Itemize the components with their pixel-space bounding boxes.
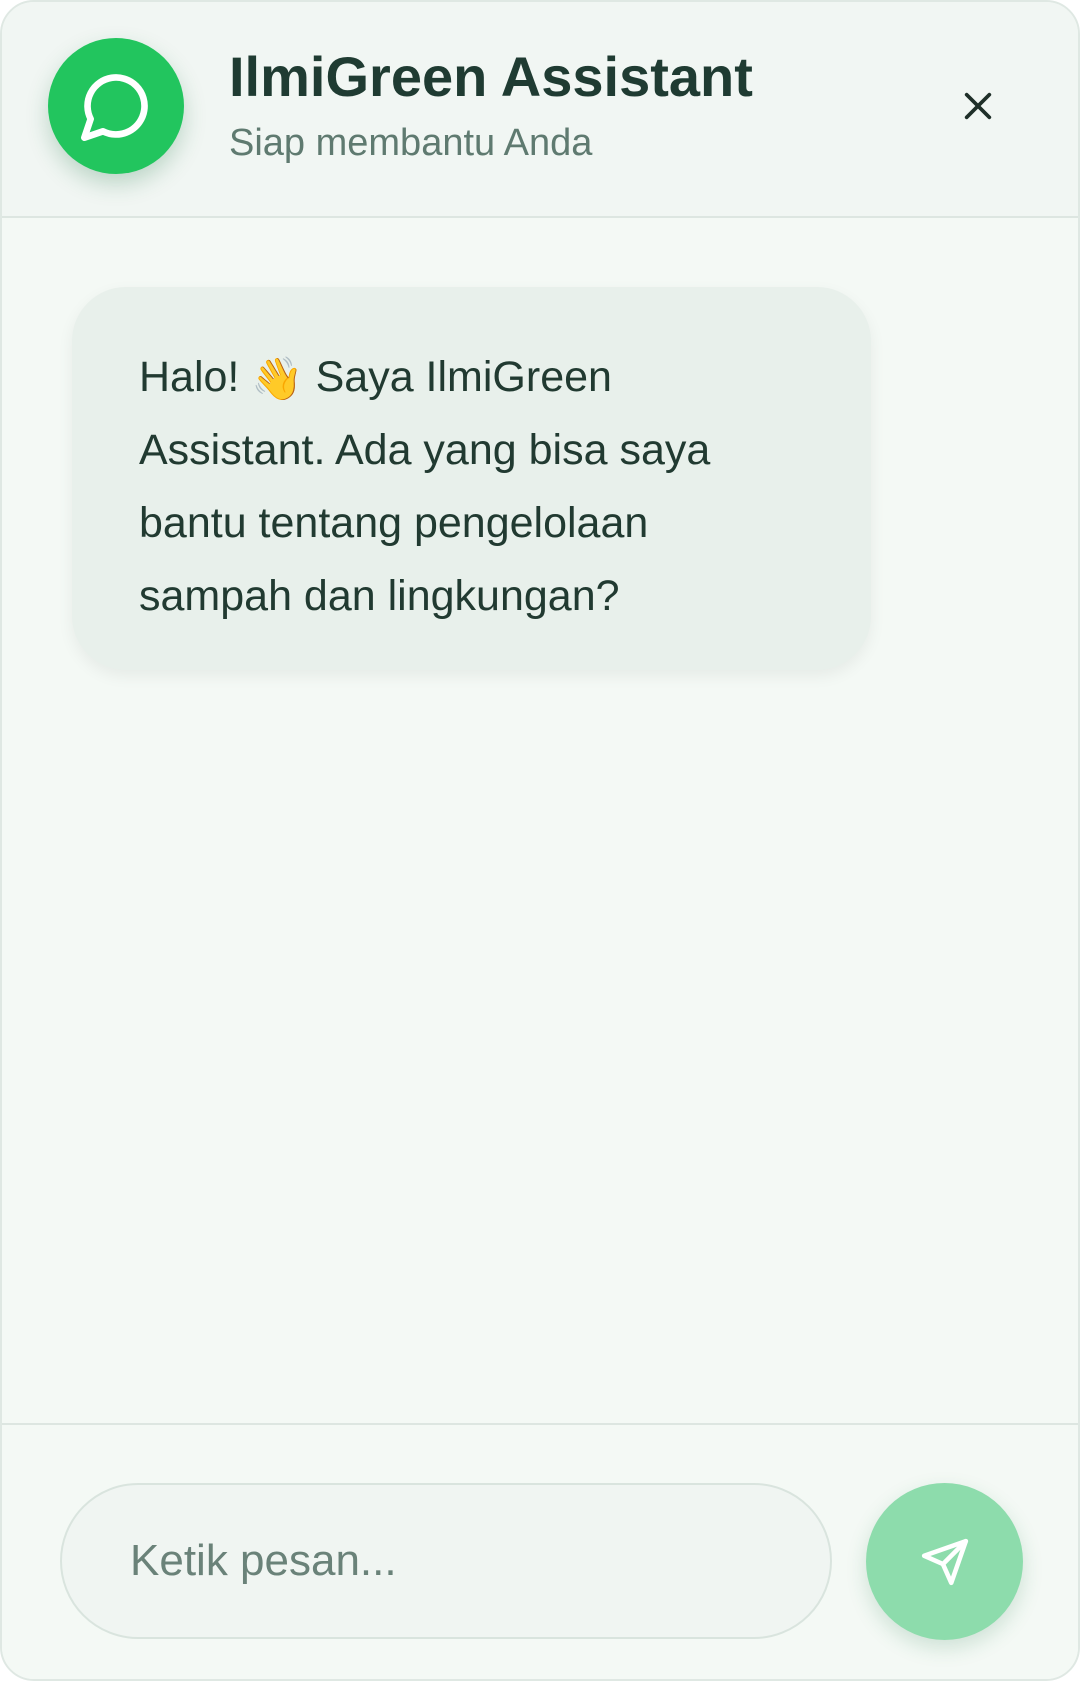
send-icon bbox=[921, 1538, 968, 1585]
chat-header: IlmiGreen Assistant Siap membantu Anda bbox=[2, 2, 1078, 218]
message-list: Halo! 👋 Saya IlmiGreen Assistant. Ada ya… bbox=[2, 218, 1078, 1424]
message-input[interactable] bbox=[60, 1483, 832, 1639]
send-button[interactable] bbox=[866, 1483, 1023, 1640]
close-button[interactable] bbox=[948, 76, 1008, 136]
message-line: bantu tentang pengelolaan bbox=[139, 499, 649, 547]
waving-hand-icon: 👋 bbox=[251, 355, 304, 402]
chat-widget: IlmiGreen Assistant Siap membantu Anda H… bbox=[0, 0, 1080, 1681]
message-text: Saya IlmiGreen bbox=[315, 353, 612, 401]
close-icon bbox=[964, 92, 992, 120]
message-text: Halo! bbox=[139, 353, 240, 401]
assistant-status: Siap membantu Anda bbox=[229, 122, 593, 164]
message-composer bbox=[2, 1423, 1078, 1679]
message-line: Halo! 👋 Saya IlmiGreen bbox=[139, 341, 811, 414]
message-circle-icon bbox=[81, 74, 148, 141]
assistant-message: Halo! 👋 Saya IlmiGreen Assistant. Ada ya… bbox=[72, 287, 871, 670]
assistant-avatar bbox=[48, 38, 184, 174]
message-line: sampah dan lingkungan? bbox=[139, 572, 620, 620]
assistant-name: IlmiGreen Assistant bbox=[229, 45, 753, 108]
message-line: Assistant. Ada yang bisa saya bbox=[139, 426, 711, 474]
